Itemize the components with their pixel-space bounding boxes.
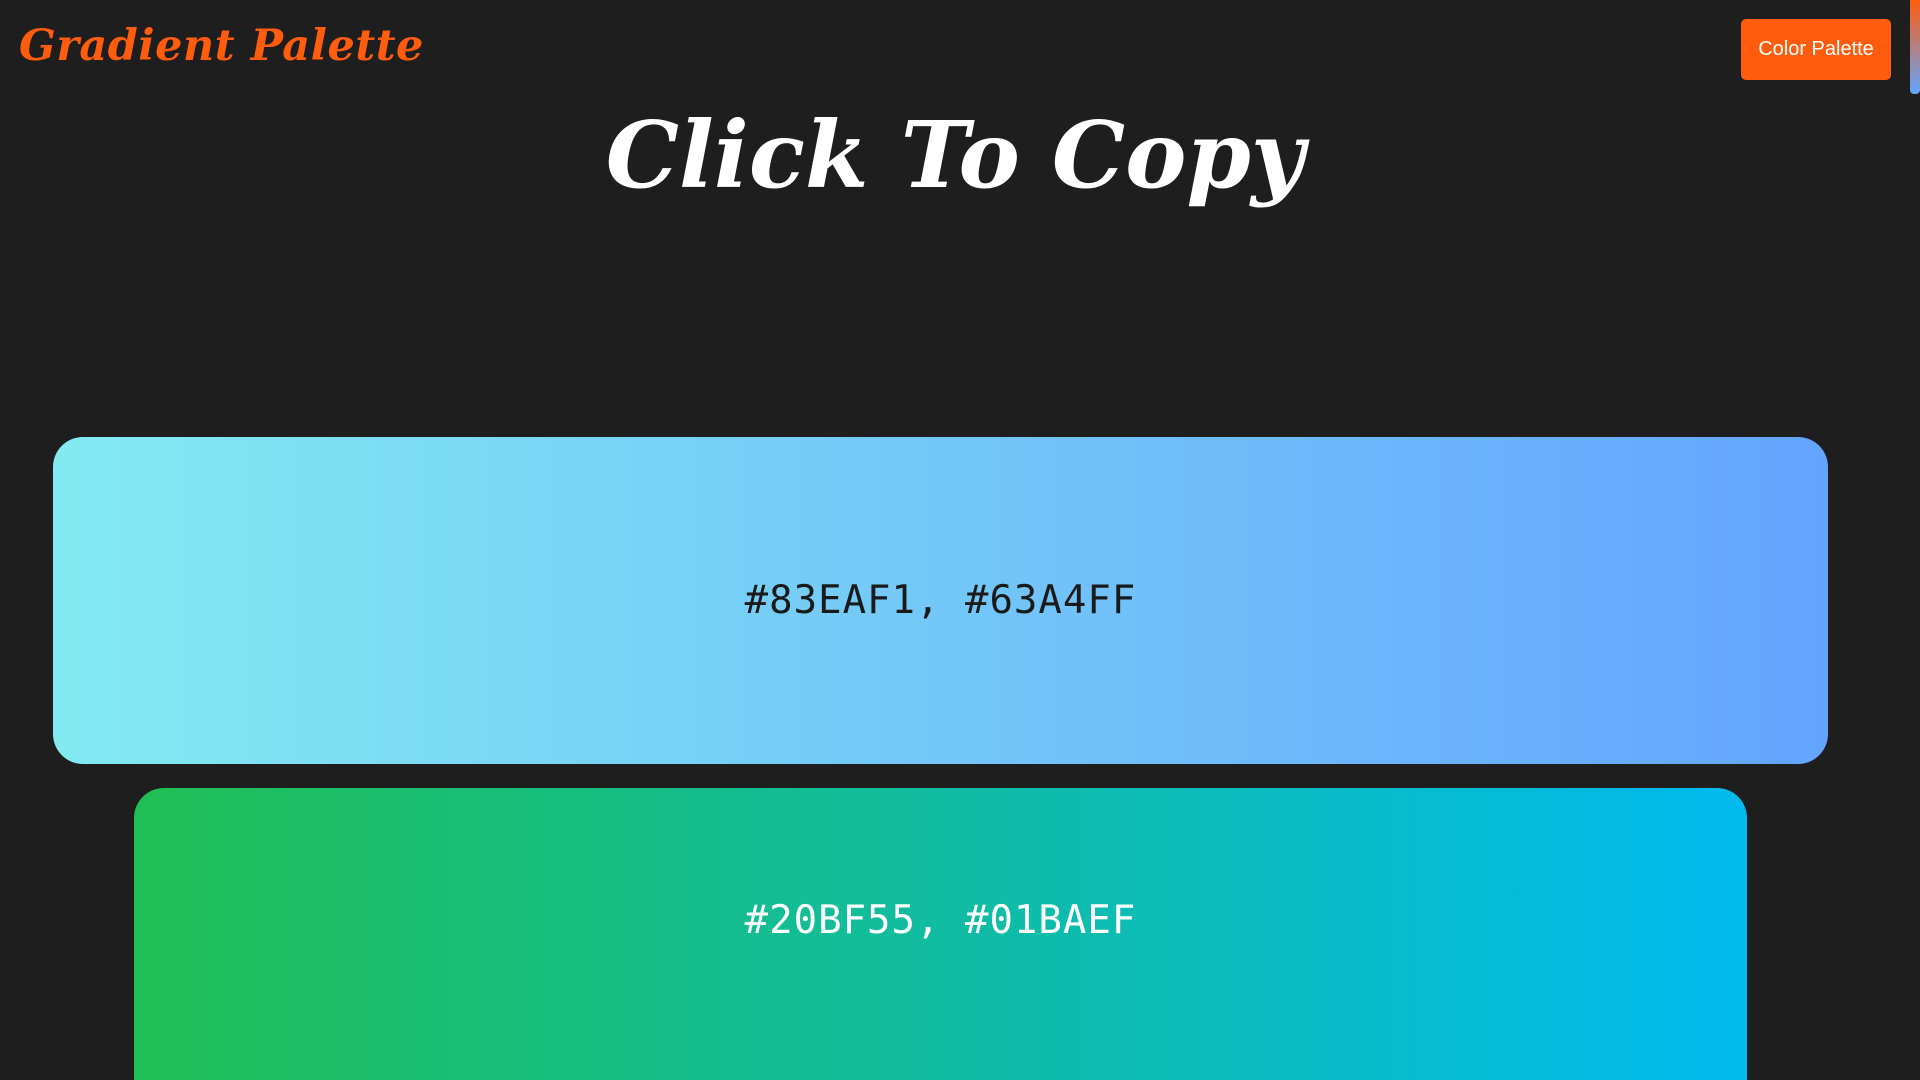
- gradient-card[interactable]: #83EAF1, #63A4FF: [53, 437, 1828, 764]
- brand-logo[interactable]: Gradient Palette: [19, 14, 424, 78]
- page-title: Click To Copy: [605, 101, 1305, 209]
- gradient-code-label: #20BF55, #01BAEF: [744, 897, 1137, 943]
- gradient-card[interactable]: #20BF55, #01BAEF: [134, 788, 1747, 1080]
- color-palette-button[interactable]: Color Palette: [1741, 19, 1891, 80]
- gradient-code-label: #83EAF1, #63A4FF: [744, 578, 1137, 623]
- page: Gradient Palette Color Palette Click To …: [0, 0, 1920, 1080]
- scrollbar-thumb[interactable]: [1910, 0, 1920, 94]
